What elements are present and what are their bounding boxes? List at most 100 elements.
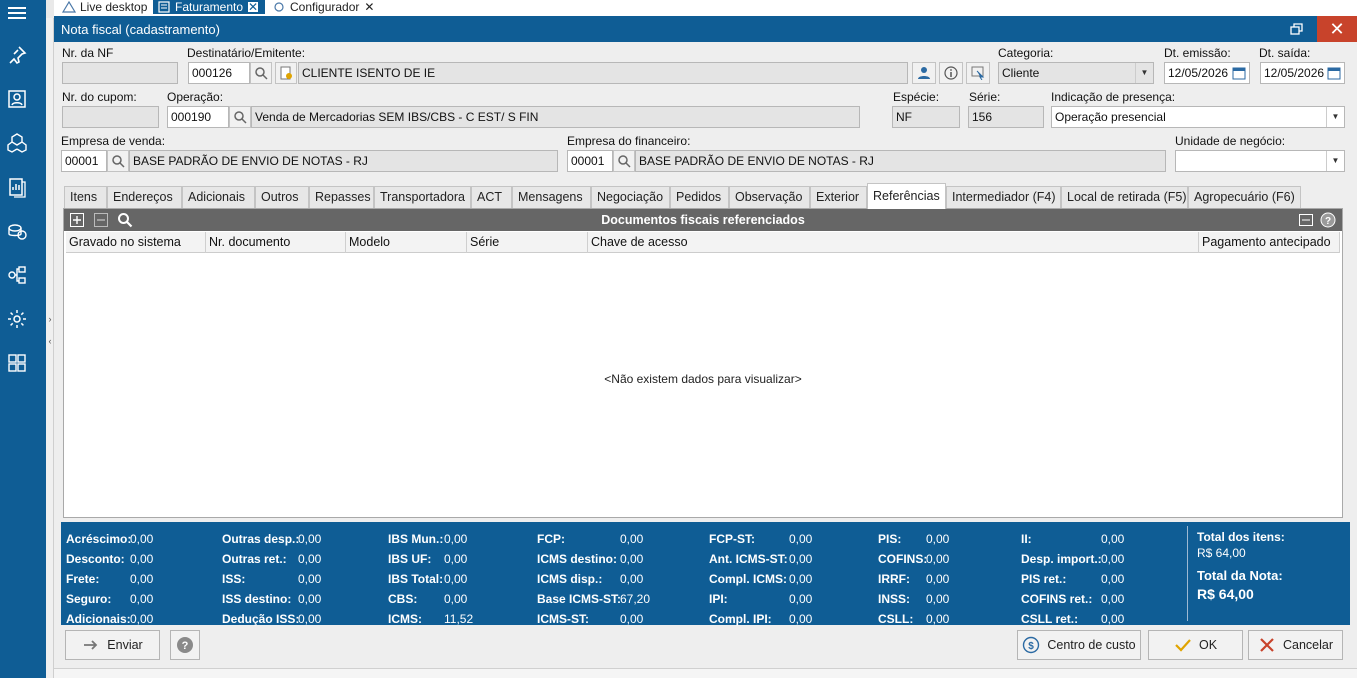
- empresa-fin-search-button[interactable]: [613, 150, 635, 172]
- tab-repasses[interactable]: Repasses: [309, 186, 374, 208]
- modules-grid-icon[interactable]: [6, 352, 28, 374]
- settings-flow-icon[interactable]: [6, 264, 28, 286]
- tab-outros[interactable]: Outros: [255, 186, 309, 208]
- documents-chart-icon[interactable]: [6, 176, 28, 198]
- close-tab-icon[interactable]: ✕: [363, 1, 375, 13]
- tab-adicionais[interactable]: Adicionais: [182, 186, 255, 208]
- tab-pedidos[interactable]: Pedidos: [670, 186, 729, 208]
- ibs-mun-value: 0,00: [444, 532, 468, 546]
- col-pagamento-antecipado[interactable]: Pagamento antecipado: [1199, 232, 1340, 253]
- collapse-left-icon[interactable]: ‹: [46, 336, 54, 346]
- new-document-icon: [280, 66, 292, 80]
- csll-ret-label: CSLL ret.:: [1021, 612, 1079, 626]
- tab-agropecuario[interactable]: Agropecuário (F6): [1188, 186, 1301, 208]
- tab-faturamento[interactable]: Faturamento ✕: [153, 0, 266, 14]
- destinatario-search-button[interactable]: [250, 62, 272, 84]
- tab-configurador[interactable]: Configurador ✕: [272, 0, 375, 14]
- operacao-code-field[interactable]: 000190: [167, 106, 229, 128]
- check-icon: [1175, 639, 1191, 652]
- coins-icon[interactable]: [6, 220, 28, 242]
- cancelar-button[interactable]: Cancelar: [1248, 630, 1343, 660]
- tab-referencias[interactable]: Referências: [867, 183, 946, 209]
- col-gravado[interactable]: Gravado no sistema: [66, 232, 206, 253]
- presenca-label: Indicação de presença:: [1051, 90, 1176, 104]
- iss-label: ISS:: [222, 572, 246, 586]
- close-window-button[interactable]: ✕: [1317, 16, 1357, 42]
- pis-label: PIS:: [878, 532, 902, 546]
- chevron-down-icon[interactable]: ▼: [1326, 151, 1344, 171]
- destinatario-person-button[interactable]: [912, 62, 936, 84]
- contacts-icon[interactable]: [6, 88, 28, 110]
- serie-field[interactable]: 156: [968, 106, 1044, 128]
- outras-desp-value: 0,00: [298, 532, 322, 546]
- pin-icon[interactable]: [6, 44, 28, 66]
- nr-cupom-field[interactable]: [62, 106, 159, 128]
- minimize-panel-icon[interactable]: [1298, 212, 1314, 228]
- especie-field[interactable]: NF: [892, 106, 960, 128]
- destinatario-new-button[interactable]: [275, 62, 297, 84]
- nr-nf-field[interactable]: [62, 62, 178, 84]
- unidade-select[interactable]: ▼: [1175, 150, 1345, 172]
- operacao-search-button[interactable]: [229, 106, 251, 128]
- search-icon: [112, 155, 125, 168]
- col-chave-acesso[interactable]: Chave de acesso: [588, 232, 1199, 253]
- tab-act[interactable]: ACT: [471, 186, 512, 208]
- close-icon: [1260, 638, 1274, 652]
- tab-mensagens[interactable]: Mensagens: [512, 186, 591, 208]
- ii-label: II:: [1021, 532, 1032, 546]
- tab-intermediador[interactable]: Intermediador (F4): [946, 186, 1061, 208]
- frete-value: 0,00: [130, 572, 154, 586]
- calendar-icon[interactable]: [1324, 63, 1344, 83]
- dt-saida-field[interactable]: 12/05/2026: [1260, 62, 1345, 84]
- operacao-desc-field: Venda de Mercadorias SEM IBS/CBS - C EST…: [251, 106, 860, 128]
- invoice-icon: [158, 1, 170, 13]
- pis-ret-value: 0,00: [1101, 572, 1125, 586]
- calendar-icon[interactable]: [1229, 63, 1249, 83]
- enviar-button[interactable]: Enviar: [65, 630, 160, 660]
- cbs-value: 0,00: [444, 592, 468, 606]
- restore-icon[interactable]: [1289, 22, 1305, 36]
- destinatario-code-field[interactable]: 000126: [188, 62, 250, 84]
- tab-transportadora[interactable]: Transportadora: [374, 186, 471, 208]
- invoice-window: Nota fiscal (cadastramento) ✕ Nr. da NF …: [54, 16, 1357, 678]
- panel-toolbar: Documentos fiscais referenciados ?: [64, 209, 1342, 231]
- expand-right-icon[interactable]: ›: [46, 314, 54, 324]
- frete-label: Frete:: [66, 572, 100, 586]
- dt-emissao-label: Dt. emissão:: [1164, 46, 1231, 60]
- centro-custo-button[interactable]: $ Centro de custo: [1017, 630, 1141, 660]
- help-button[interactable]: ?: [170, 630, 200, 660]
- tab-observacao[interactable]: Observação: [729, 186, 810, 208]
- empresa-venda-code-field[interactable]: 00001: [61, 150, 107, 172]
- gear-icon[interactable]: [6, 308, 28, 330]
- boxes-icon[interactable]: [6, 132, 28, 154]
- tab-itens[interactable]: Itens: [64, 186, 107, 208]
- empresa-venda-name-field: BASE PADRÃO DE ENVIO DE NOTAS - RJ: [129, 150, 558, 172]
- categoria-select[interactable]: Cliente ▼: [998, 62, 1154, 84]
- tab-enderecos[interactable]: Endereços: [107, 186, 182, 208]
- outras-ret-value: 0,00: [298, 552, 322, 566]
- col-serie[interactable]: Série: [467, 232, 588, 253]
- ok-button[interactable]: OK: [1148, 630, 1243, 660]
- destinatario-info-button[interactable]: [939, 62, 963, 84]
- close-tab-icon[interactable]: ✕: [247, 1, 260, 13]
- tab-exterior[interactable]: Exterior: [810, 186, 867, 208]
- sidebar-splitter[interactable]: › ‹: [46, 18, 54, 678]
- destinatario-select-button[interactable]: [966, 62, 990, 84]
- desp-import-value: 0,00: [1101, 552, 1125, 566]
- chevron-down-icon[interactable]: ▼: [1135, 63, 1153, 83]
- presenca-select[interactable]: Operação presencial ▼: [1051, 106, 1345, 128]
- dt-emissao-field[interactable]: 12/05/2026: [1164, 62, 1250, 84]
- menu-icon[interactable]: [6, 2, 28, 24]
- tab-live-desktop[interactable]: Live desktop: [62, 0, 147, 14]
- chevron-down-icon[interactable]: ▼: [1326, 107, 1344, 127]
- empresa-fin-code-field[interactable]: 00001: [567, 150, 613, 172]
- tab-negociacao[interactable]: Negociação: [591, 186, 670, 208]
- ibs-uf-label: IBS UF:: [388, 552, 432, 566]
- col-nr-documento[interactable]: Nr. documento: [206, 232, 346, 253]
- dt-emissao-value: 12/05/2026: [1168, 66, 1229, 80]
- help-icon[interactable]: ?: [1320, 212, 1336, 228]
- empresa-venda-search-button[interactable]: [107, 150, 129, 172]
- col-modelo[interactable]: Modelo: [346, 232, 467, 253]
- tab-local-retirada[interactable]: Local de retirada (F5): [1061, 186, 1188, 208]
- serie-label: Série:: [969, 90, 1001, 104]
